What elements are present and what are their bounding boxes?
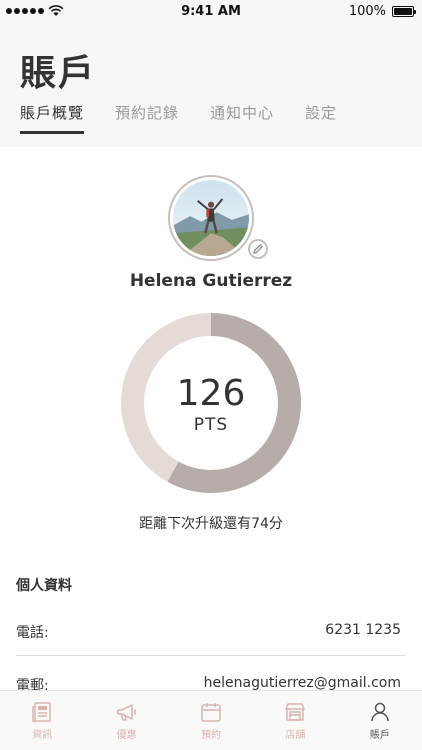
- tab-account-overview[interactable]: 賬戶概覽: [20, 102, 85, 134]
- avatar-photo: [173, 180, 249, 256]
- status-bar: 9:41 AM 100%: [0, 0, 422, 22]
- upgrade-note: 距離下次升級還有74分: [139, 516, 283, 532]
- tabbar-label-offers: 優惠: [116, 730, 137, 741]
- calendar-icon: [201, 703, 221, 722]
- tab-settings[interactable]: 設定: [305, 102, 337, 134]
- tabbar-item-account[interactable]: 賬戶: [338, 691, 422, 750]
- battery-icon: [392, 6, 416, 17]
- page-title: 賬戶: [20, 53, 97, 94]
- tabbar-label-booking: 預約: [201, 730, 222, 741]
- pencil-icon: [253, 244, 263, 254]
- bottom-tab-bar: 資訊 優惠 預約 店舖 賬戶: [0, 690, 422, 750]
- phone-row: 電話: 6231 1235: [16, 606, 406, 656]
- user-name: Helena Gutierrez: [129, 271, 293, 291]
- phone-label: 電話:: [16, 625, 49, 641]
- tab-notification-center[interactable]: 通知中心: [210, 102, 274, 134]
- tabbar-item-store[interactable]: 店舖: [253, 691, 337, 750]
- avatar-container: [168, 175, 268, 261]
- store-icon: [285, 703, 306, 721]
- person-icon: [371, 702, 389, 722]
- email-value: helenagutierrez@gmail.com: [203, 675, 401, 691]
- tabbar-label-news: 資訊: [32, 730, 53, 741]
- avatar[interactable]: [168, 175, 254, 261]
- personal-info-title: 個人資料: [16, 578, 72, 594]
- points-value: 126: [176, 373, 246, 414]
- tabbar-label-store: 店舖: [285, 730, 306, 741]
- tabbar-item-offers[interactable]: 優惠: [84, 691, 168, 750]
- battery-percent: 100%: [348, 4, 386, 19]
- tabbar-item-news[interactable]: 資訊: [0, 691, 84, 750]
- points-unit: PTS: [193, 415, 229, 435]
- news-icon: [32, 702, 51, 723]
- phone-value: 6231 1235: [325, 622, 401, 638]
- tabbar-item-booking[interactable]: 預約: [169, 691, 253, 750]
- tab-booking-records[interactable]: 預約記錄: [115, 102, 179, 134]
- account-tabs: 賬戶概覽 預約記錄 通知中心 設定: [20, 102, 337, 134]
- edit-avatar-button[interactable]: [248, 239, 268, 259]
- tabbar-label-account: 賬戶: [369, 730, 390, 741]
- header: 賬戶 賬戶概覽 預約記錄 通知中心 設定: [0, 22, 422, 147]
- megaphone-icon: [116, 704, 136, 721]
